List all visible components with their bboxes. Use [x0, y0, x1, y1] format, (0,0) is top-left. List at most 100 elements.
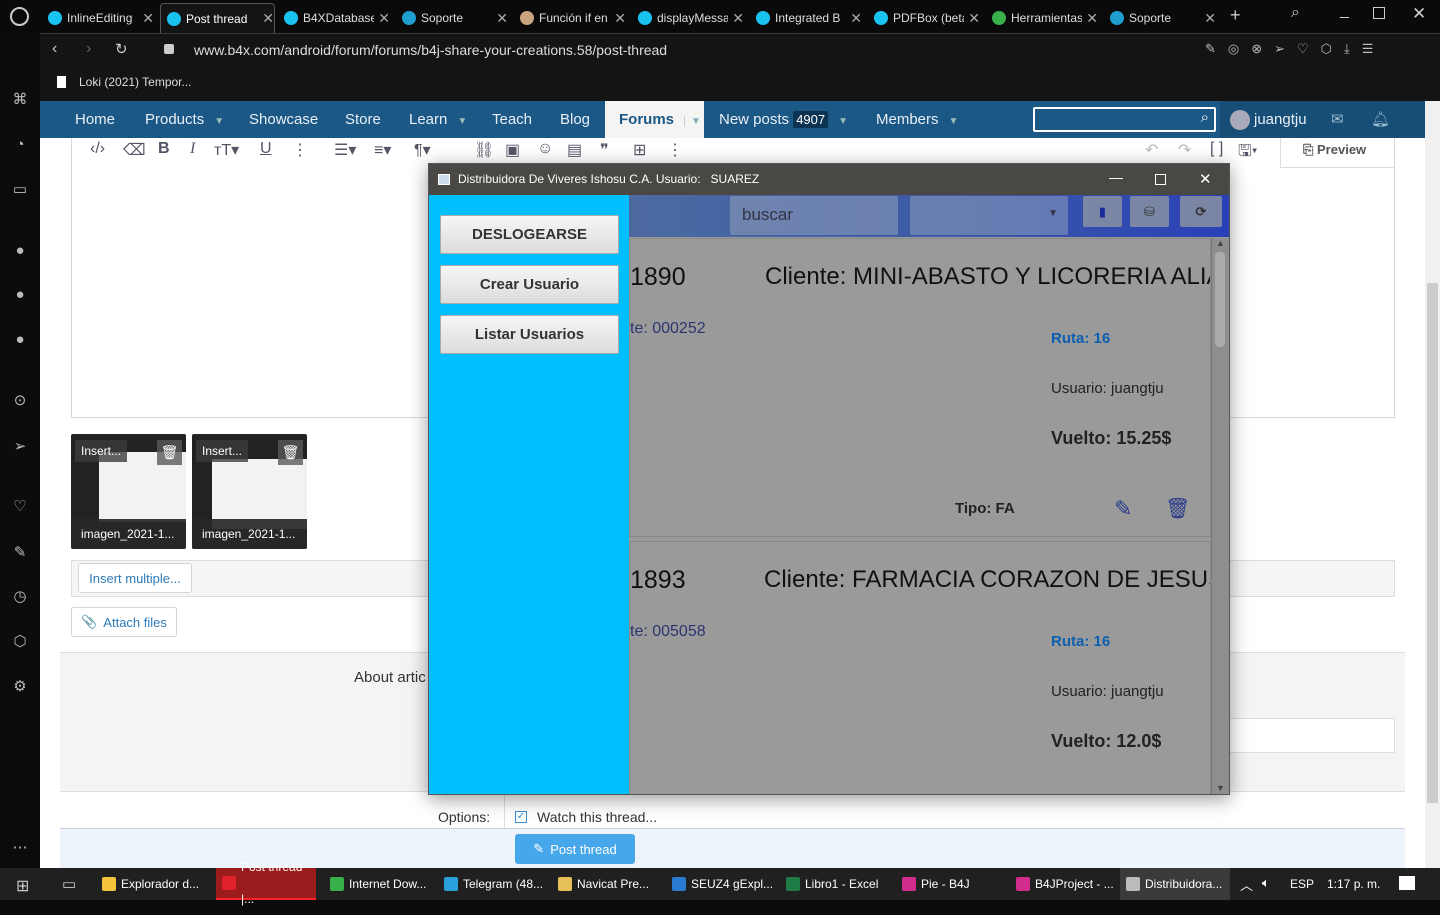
browser-tab[interactable]: InlineEditing ✕ — [42, 3, 154, 33]
whatsapp-icon[interactable]: ● — [10, 285, 30, 305]
browser-tab[interactable]: Soporte ✕ — [396, 3, 508, 33]
close-tab-icon[interactable]: ✕ — [496, 10, 508, 27]
bold-icon[interactable]: B — [158, 140, 170, 158]
watch-thread-checkbox[interactable]: ✓ — [515, 811, 527, 823]
volume-icon[interactable]: 🔈︎ — [1262, 875, 1270, 891]
heart-icon[interactable]: ♡ — [10, 497, 30, 517]
scrollbar-thumb[interactable] — [1427, 283, 1438, 803]
taskbar-item[interactable]: Pie - B4J — [896, 868, 1004, 900]
player-icon[interactable]: ⊙ — [10, 391, 30, 411]
inbox-icon[interactable]: ✉ — [1331, 101, 1344, 138]
chevron-down-icon[interactable]: ▼ — [684, 116, 701, 127]
search-field[interactable]: buscar — [730, 196, 898, 235]
link-icon[interactable]: ⛓ — [474, 140, 494, 160]
drafts-icon[interactable]: 🖫▾ — [1238, 140, 1258, 167]
scrollbar-thumb[interactable] — [1215, 252, 1225, 347]
close-tab-icon[interactable]: ✕ — [262, 10, 274, 27]
code-icon[interactable]: ‹/› — [90, 140, 105, 158]
chevron-down-icon[interactable]: ▼ — [838, 116, 848, 127]
chevron-down-icon[interactable]: ▼ — [214, 116, 224, 127]
browser-tab[interactable]: displayMessage✕ — [632, 3, 744, 33]
list-icon[interactable]: ☰▾ — [334, 140, 356, 160]
bookmark-item[interactable]: Loki (2021) Tempor... — [79, 75, 192, 89]
messenger-icon[interactable]: ● — [10, 241, 30, 261]
quote-icon[interactable]: ❞ — [600, 140, 609, 160]
redo-icon[interactable]: ↷ — [1178, 140, 1191, 160]
nav-showcase[interactable]: Showcase — [249, 101, 318, 138]
nav-home[interactable]: Home — [75, 101, 115, 138]
browser-tab[interactable]: Integrated B ✕ — [750, 3, 862, 33]
insert-multiple-button[interactable]: Insert multiple... — [78, 563, 192, 593]
attach-files-button[interactable]: 📎 Attach files — [71, 607, 177, 637]
restore-button[interactable] — [1373, 7, 1385, 19]
close-window-button[interactable]: ✕ — [1412, 4, 1426, 24]
media-icon[interactable]: ▤ — [567, 140, 582, 160]
browser-tab[interactable]: Función if en ✕ — [514, 3, 626, 33]
pin-board-icon[interactable]: ✎ — [10, 543, 30, 563]
maximize-button[interactable] — [1155, 174, 1166, 185]
document-button[interactable]: ▮ — [1083, 196, 1122, 227]
browser-tab[interactable]: PDFBox (beta ✕ — [868, 3, 980, 33]
more-tools-icon[interactable]: ⋮ — [667, 140, 683, 160]
logout-button[interactable]: DESLOGEARSE — [440, 215, 619, 254]
close-button[interactable]: ✕ — [1199, 164, 1212, 195]
list-scrollbar[interactable]: ▲ ▼ — [1211, 238, 1229, 794]
create-user-button[interactable]: Crear Usuario — [440, 265, 619, 304]
search-input[interactable]: ⌕ — [1033, 107, 1216, 132]
list-users-button[interactable]: Listar Usuarios — [440, 315, 619, 354]
invoice-card[interactable]: 1893 Cliente: FARMACIA CORAZON DE JESUS … — [629, 541, 1211, 794]
trash-icon[interactable]: 🗑 — [278, 440, 303, 465]
settings-icon[interactable]: ⚙ — [10, 677, 30, 697]
telegram-icon[interactable]: ● — [10, 330, 30, 350]
underline-icon[interactable]: U — [260, 140, 272, 158]
minimize-button[interactable]: — — [1109, 164, 1123, 193]
avatar[interactable] — [1230, 110, 1250, 130]
attachment-thumbnail[interactable]: Insert... 🗑 imagen_2021-1... — [71, 434, 186, 549]
more-options-icon[interactable]: ⋮ — [292, 140, 308, 160]
browser-tab[interactable]: Post thread ✕ — [160, 3, 275, 33]
nav-blog[interactable]: Blog — [560, 101, 590, 138]
clock[interactable]: 1:17 p. m. — [1327, 877, 1380, 891]
nav-new-posts[interactable]: New posts 4907 ▼ — [719, 101, 848, 138]
search-tabs-icon[interactable]: ⌕ — [1291, 4, 1300, 22]
nav-members[interactable]: Members ▼ — [876, 101, 958, 138]
tray-chevron-icon[interactable]: ︿ — [1240, 875, 1253, 894]
browser-tab[interactable]: Herramientas ✕ — [986, 3, 1098, 33]
send-icon[interactable]: ➢ — [10, 437, 30, 457]
forward-icon[interactable]: › — [86, 40, 91, 58]
taskbar-item[interactable]: SEUZ4 gExpl... — [666, 868, 774, 900]
close-tab-icon[interactable]: ✕ — [1086, 10, 1098, 27]
align-icon[interactable]: ≡▾ — [374, 140, 391, 160]
close-tab-icon[interactable]: ✕ — [1204, 10, 1216, 27]
eraser-icon[interactable]: ⌫ — [123, 140, 146, 160]
close-tab-icon[interactable]: ✕ — [850, 10, 862, 27]
reload-icon[interactable]: ↻ — [115, 40, 128, 58]
fullscreen-icon[interactable]: [ ] — [1210, 140, 1223, 158]
taskbar-item[interactable]: Internet Dow... — [324, 868, 434, 900]
close-tab-icon[interactable]: ✕ — [968, 10, 980, 27]
taskbar-item[interactable]: Libro1 - Excel — [780, 868, 888, 900]
notifications-icon[interactable] — [1399, 876, 1415, 890]
page-scrollbar[interactable] — [1425, 101, 1440, 868]
back-icon[interactable]: ‹ — [52, 40, 57, 58]
invoice-card[interactable]: 1890 Cliente: MINI-ABASTO Y LICORERIA AL… — [629, 238, 1211, 537]
database-button[interactable]: ⛁ — [1130, 196, 1169, 227]
history-icon[interactable]: ◷ — [10, 587, 30, 607]
trash-icon[interactable]: 🗑︎ — [1165, 496, 1190, 521]
address-actions-icons[interactable]: ✎◎⊗➢♡⬡⤓☰ — [1205, 41, 1385, 57]
edit-icon[interactable]: ✎ — [1114, 496, 1132, 522]
close-tab-icon[interactable]: ✕ — [378, 10, 390, 27]
close-tab-icon[interactable]: ✕ — [614, 10, 626, 27]
more-icon[interactable]: ⋯ — [10, 838, 30, 858]
start-icon[interactable]: ⊞ — [16, 876, 29, 896]
text-size-icon[interactable]: тT▾ — [214, 140, 239, 160]
taskbar-item[interactable]: Navicat Pre... — [552, 868, 660, 900]
trash-icon[interactable]: 🗑 — [157, 440, 182, 465]
user-name[interactable]: juangtju — [1254, 101, 1307, 138]
bell-icon[interactable]: 🔔︎ — [1371, 101, 1390, 138]
image-icon[interactable]: ▣ — [505, 140, 520, 160]
briefcase-icon[interactable]: ▭ — [10, 180, 30, 200]
italic-icon[interactable]: I — [190, 140, 195, 158]
taskbar-item[interactable]: Telegram (48... — [438, 868, 546, 900]
cube-icon[interactable]: ⬡ — [10, 632, 30, 652]
